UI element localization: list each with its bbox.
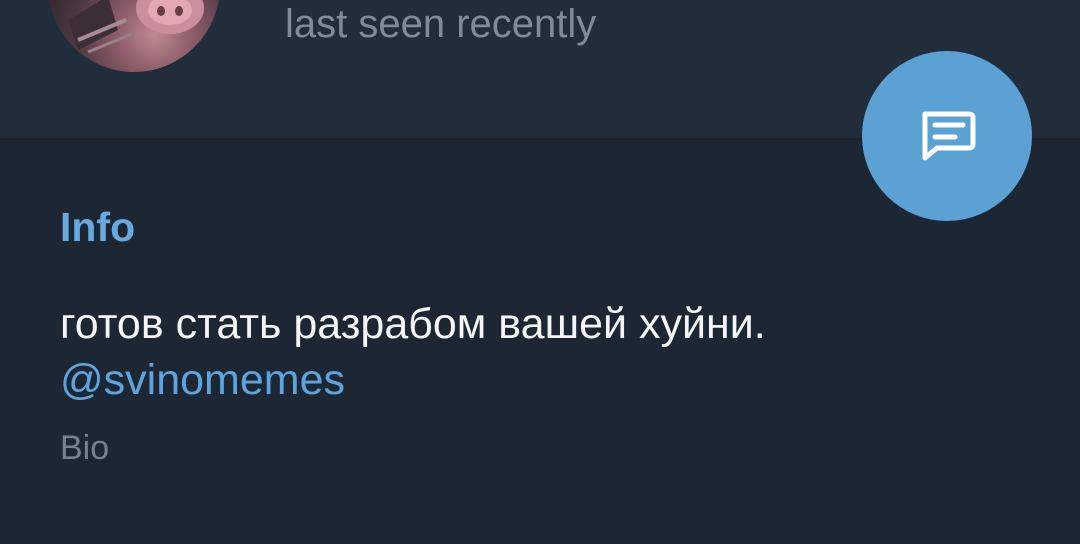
send-message-button[interactable] <box>862 51 1032 221</box>
avatar[interactable] <box>48 0 220 72</box>
bio-username-link[interactable]: @svinomemes <box>60 352 345 408</box>
bio-label: Bio <box>60 429 110 467</box>
last-seen-status: last seen recently <box>285 2 597 46</box>
bio-text[interactable]: готов стать разрабом вашей хуйни. <box>60 296 766 352</box>
message-icon <box>922 111 976 161</box>
info-section-title: Info <box>60 204 136 250</box>
profile-page: last seen recently Info готов стать разр… <box>0 0 1080 544</box>
